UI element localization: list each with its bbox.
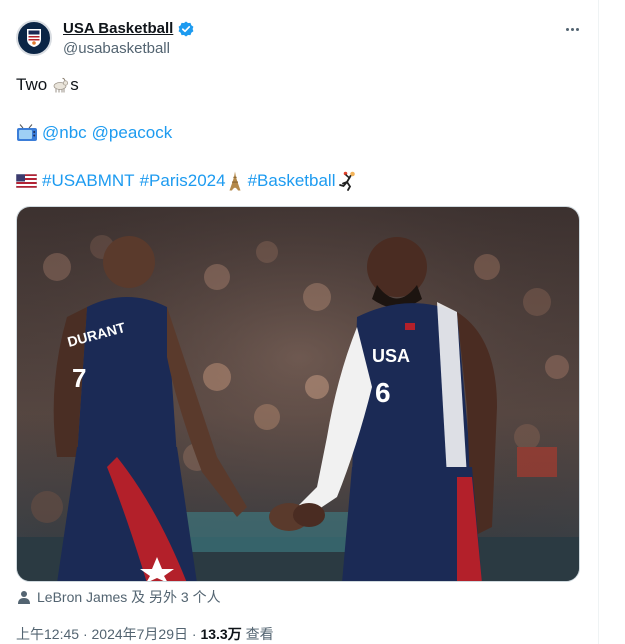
more-horizontal-icon — [565, 27, 569, 31]
goat-icon — [53, 77, 69, 93]
tagged-people-text: LeBron James 及 另外 3 个人 — [37, 589, 221, 605]
tweet-text-prefix: Two — [16, 75, 48, 94]
author-handle[interactable]: @usabasketball — [63, 40, 170, 57]
meta-separator: · — [191, 626, 197, 642]
tv-icon — [17, 124, 37, 141]
more-options-button[interactable] — [562, 20, 582, 38]
tweet-line-2: @nbc @peacock — [16, 122, 172, 144]
hashtag-paris2024[interactable]: #Paris2024 — [140, 170, 226, 192]
mention-nbc[interactable]: @nbc — [42, 122, 87, 144]
tweet-time[interactable]: 上午12:45 — [16, 626, 79, 642]
author-display-name[interactable]: USA Basketball — [63, 20, 173, 37]
verified-badge-icon — [178, 21, 194, 36]
players-high-five-image: DURANT 7 USA 6 — [17, 207, 579, 581]
svg-text:6: 6 — [375, 377, 391, 408]
usa-basketball-logo-icon — [27, 29, 41, 47]
tagged-people[interactable]: LeBron James 及 另外 3 个人 — [17, 587, 221, 607]
person-playing-handball-icon — [339, 171, 356, 191]
eiffel-tower-icon — [229, 171, 241, 191]
author-name-row: USA Basketball — [63, 20, 194, 37]
tweet-photo[interactable]: DURANT 7 USA 6 — [16, 206, 580, 582]
hashtag-basketball[interactable]: #Basketball — [248, 170, 336, 192]
views-count: 13.3万 — [200, 626, 242, 642]
more-dot — [575, 27, 579, 31]
svg-text:USA: USA — [372, 346, 410, 366]
person-icon — [18, 591, 30, 604]
us-flag-icon — [16, 174, 37, 188]
more-dot — [570, 27, 574, 31]
tweet-line-1: Two s — [16, 74, 79, 96]
hashtag-usabmnt[interactable]: #USABMNT — [42, 170, 135, 192]
tweet-meta: 上午12:45 · 2024年7月29日 · 13.3万 查看 — [16, 624, 274, 644]
mention-peacock[interactable]: @peacock — [92, 122, 173, 144]
svg-text:7: 7 — [72, 363, 86, 393]
tweet-date[interactable]: 2024年7月29日 — [92, 626, 189, 642]
views-label: 查看 — [245, 626, 274, 642]
meta-separator: · — [82, 626, 88, 642]
column-divider — [598, 0, 599, 644]
avatar[interactable] — [16, 20, 52, 56]
tweet-line-3: #USABMNT #Paris2024 #Basketball — [16, 170, 358, 192]
tweet-text-suffix: s — [70, 75, 79, 94]
